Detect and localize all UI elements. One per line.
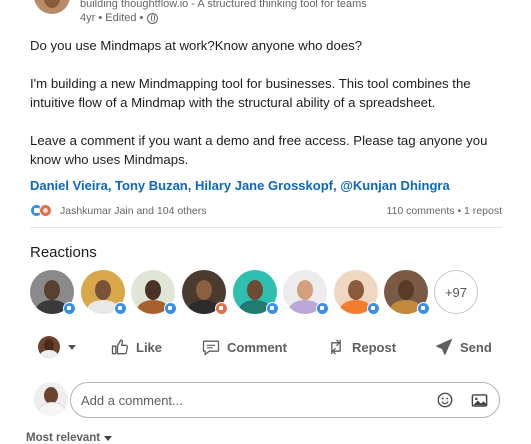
like-badge-icon	[417, 302, 430, 315]
like-label: Like	[136, 339, 163, 355]
tag-link[interactable]: @Kunjan Dhingra	[340, 178, 449, 193]
reaction-identity-selector[interactable]	[30, 336, 76, 358]
comment-input[interactable]: Add a comment...	[70, 382, 500, 418]
reactions-heading: Reactions	[30, 244, 97, 261]
repost-icon	[331, 339, 341, 355]
reactor-avatar[interactable]	[334, 270, 380, 315]
send-button[interactable]: Send	[434, 337, 492, 357]
reactor-avatars: +97	[30, 270, 490, 315]
comment-placeholder: Add a comment...	[81, 392, 183, 408]
caret-down-icon	[104, 435, 113, 441]
reactor-avatar[interactable]	[30, 270, 76, 315]
social-counts: Jashkumar Jain and 104 others 110 commen…	[30, 204, 502, 218]
send-label: Send	[460, 339, 492, 355]
post-paragraph: I'm building a new Mindmapping tool for …	[30, 76, 471, 110]
reactor-avatar[interactable]	[233, 270, 279, 315]
tag-separator: ,	[107, 178, 116, 193]
tagged-people: Daniel Vieira, Tony Buzan, Hilary Jane G…	[30, 178, 450, 193]
like-badge-icon	[114, 302, 127, 315]
tag-separator: ,	[187, 178, 195, 193]
divider	[30, 227, 502, 228]
reactors-link[interactable]: Jashkumar Jain and 104 others	[60, 205, 207, 217]
image-icon[interactable]	[470, 391, 489, 410]
chevron-down-icon	[68, 344, 76, 350]
support-reaction-icon	[39, 204, 52, 217]
support-badge-icon	[215, 302, 228, 315]
comment-button[interactable]: Comment	[201, 337, 287, 357]
like-badge-icon	[164, 302, 177, 315]
repost-button[interactable]: Repost	[326, 337, 396, 357]
my-avatar	[38, 336, 60, 358]
reactor-avatar[interactable]	[131, 270, 177, 315]
comment-icon	[202, 340, 220, 356]
tag-link[interactable]: Tony Buzan	[115, 178, 188, 193]
reactor-avatar[interactable]	[81, 270, 127, 315]
like-badge-icon	[367, 302, 380, 315]
comment-sort-dropdown[interactable]: Most relevant	[26, 432, 113, 444]
post-body: Do you use Mindmaps at work?Know anyone …	[30, 36, 500, 169]
tag-link[interactable]: Hilary Jane Grosskopf	[195, 178, 333, 193]
post-meta: 4yr • Edited •	[80, 12, 159, 24]
emoji-icon[interactable]	[436, 391, 454, 409]
sort-label: Most relevant	[26, 432, 101, 444]
reactor-avatar[interactable]	[283, 270, 329, 315]
post-paragraph: Do you use Mindmaps at work?Know anyone …	[30, 38, 363, 53]
globe-icon	[147, 12, 159, 24]
comments-reposts-count[interactable]: 110 comments • 1 repost	[386, 205, 502, 217]
tag-link[interactable]: Daniel Vieira	[30, 178, 108, 193]
reactor-avatar[interactable]	[182, 270, 228, 315]
send-icon	[436, 339, 452, 355]
reactor-avatar[interactable]	[384, 270, 430, 315]
author-avatar[interactable]	[34, 0, 70, 14]
post-card: building thoughtflow.io - A structured t…	[0, 0, 531, 444]
repost-label: Repost	[352, 339, 397, 355]
like-badge-icon	[63, 302, 76, 315]
author-subtitle: building thoughtflow.io - A structured t…	[80, 0, 367, 10]
like-button[interactable]: Like	[110, 337, 162, 357]
like-badge-icon	[316, 302, 329, 315]
post-time: 4yr • Edited •	[80, 12, 144, 24]
comment-composer: Add a comment...	[30, 381, 502, 419]
more-reactors-button[interactable]: +97	[434, 270, 478, 314]
action-bar: Like Comment Repost Send	[30, 331, 502, 363]
reaction-icons[interactable]	[30, 204, 56, 218]
comment-label: Comment	[227, 339, 287, 355]
thumbs-up-icon	[111, 339, 129, 355]
commenter-avatar	[34, 382, 68, 416]
like-badge-icon	[266, 302, 279, 315]
post-paragraph: Leave a comment if you want a demo and f…	[30, 133, 488, 167]
